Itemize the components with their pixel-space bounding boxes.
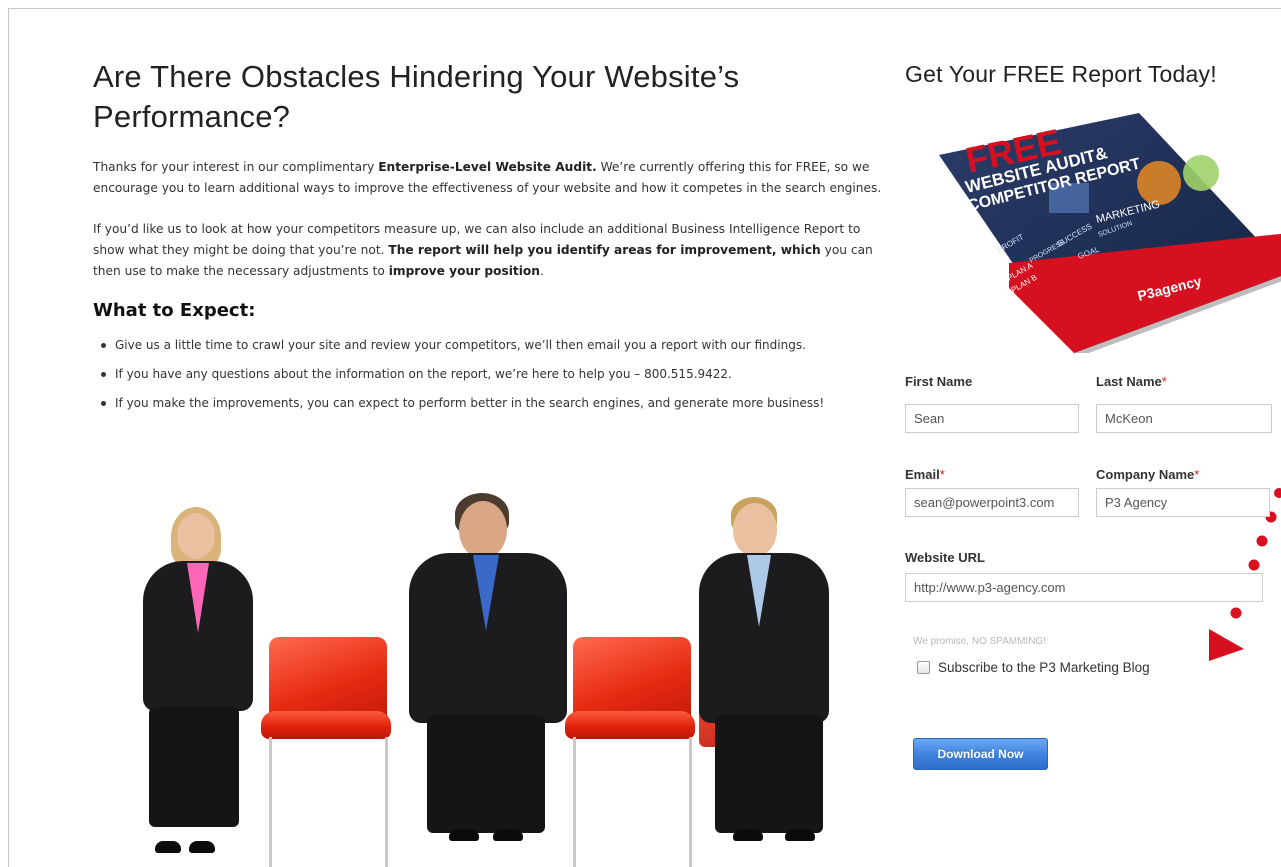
download-now-button[interactable]: Download Now	[913, 738, 1048, 770]
sidebar-title: Get Your FREE Report Today!	[905, 61, 1217, 87]
subscribe-checkbox[interactable]	[917, 661, 930, 674]
what-to-expect-heading: What to Expect:	[93, 300, 256, 321]
last-name-field[interactable]: McKeon	[1096, 404, 1272, 433]
person-man-center-legs	[427, 715, 545, 833]
company-name-field[interactable]: P3 Agency	[1096, 488, 1270, 517]
main-content: Are There Obstacles Hindering Your Websi…	[93, 57, 893, 424]
subscribe-checkbox-row[interactable]: Subscribe to the P3 Marketing Blog	[917, 660, 1150, 675]
hero-photo-waiting-candidates	[109, 479, 869, 867]
intro-paragraph-2: If you’d like us to look at how your com…	[93, 222, 873, 278]
last-name-label: Last Name*	[1096, 374, 1167, 389]
chair-seat	[565, 711, 695, 739]
email-field[interactable]: sean@powerpoint3.com	[905, 488, 1079, 517]
company-name-label: Company Name*	[1096, 467, 1200, 482]
page-title: Are There Obstacles Hindering Your Websi…	[93, 59, 740, 134]
expectations-list: Give us a little time to crawl your site…	[93, 337, 893, 411]
audit-name: Enterprise-Level Website Audit.	[378, 160, 597, 174]
chair-seat	[261, 711, 391, 739]
list-item: If you make the improvements, you can ex…	[93, 395, 893, 411]
first-name-field[interactable]: Sean	[905, 404, 1079, 433]
person-woman-legs	[149, 707, 239, 827]
email-label: Email*	[905, 467, 945, 482]
website-url-label: Website URL	[905, 550, 985, 565]
website-url-field[interactable]: http://www.p3-agency.com	[905, 573, 1263, 602]
person-woman-head	[177, 513, 215, 559]
subscribe-label: Subscribe to the P3 Marketing Blog	[938, 660, 1150, 675]
no-spam-notice: We promise, NO SPAMMING!	[913, 636, 1046, 647]
list-item: Give us a little time to crawl your site…	[93, 337, 893, 353]
person-man-center-head	[459, 501, 507, 559]
report-cover-image: FREE WEBSITE AUDIT& COMPETITOR REPORT MA…	[939, 113, 1281, 353]
list-item: If you have any questions about the info…	[93, 366, 893, 382]
person-man-right-legs	[715, 715, 823, 833]
first-name-label: First Name	[905, 374, 973, 389]
intro-paragraph-1: Thanks for your interest in our complime…	[93, 160, 882, 195]
person-man-right-head	[733, 503, 777, 557]
page-frame: Are There Obstacles Hindering Your Websi…	[8, 8, 1281, 867]
